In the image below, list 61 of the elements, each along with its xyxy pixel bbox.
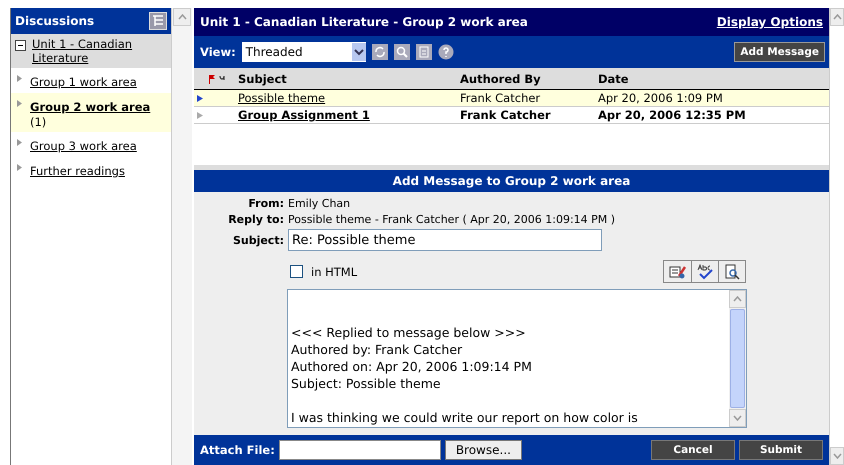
scroll-down-icon[interactable] bbox=[733, 415, 742, 421]
html-checkbox[interactable] bbox=[290, 265, 303, 278]
submit-button[interactable]: Submit bbox=[739, 440, 823, 460]
page-title: Unit 1 - Canadian Literature - Group 2 work area bbox=[200, 15, 528, 29]
field-value: Emily Chan bbox=[288, 197, 352, 210]
scroll-up-icon[interactable] bbox=[178, 14, 186, 20]
caret-icon bbox=[352, 43, 366, 61]
message-body-field[interactable]: <<< Replied to message below >>> Authored by: Frank Catcher Authored on: Apr 20, 2006 1:09:14 PM Subject: Possible theme I was thinking we could write our report on how color is bbox=[287, 289, 747, 428]
add-message-button[interactable]: Add Message bbox=[734, 42, 825, 62]
tree-link[interactable]: Unit 1 - Canadian Literature bbox=[32, 37, 167, 65]
sidebar-title: Discussions bbox=[15, 14, 94, 28]
tree-link[interactable]: Group 2 work area bbox=[30, 100, 150, 114]
field-label: From: bbox=[247, 197, 284, 210]
help-icon[interactable] bbox=[438, 44, 454, 60]
message-row[interactable]: Group Assignment 1 Frank Catcher Apr 20, 2006 12:35 PM bbox=[194, 107, 829, 124]
scrollbar[interactable] bbox=[729, 290, 746, 427]
scrollbar[interactable] bbox=[829, 8, 844, 465]
scroll-up-icon[interactable] bbox=[733, 296, 742, 302]
field-label: Subject: bbox=[232, 234, 284, 246]
cancel-button[interactable]: Cancel bbox=[651, 440, 735, 460]
display-options-link[interactable]: Display Options bbox=[716, 15, 823, 29]
message-subject[interactable]: Possible theme bbox=[238, 91, 460, 105]
field-value: Possible theme - Frank Catcher ( Apr 20, 2006 1:09:14 PM ) bbox=[288, 213, 616, 226]
author-cell-text: Frank Catcher bbox=[460, 91, 542, 105]
file-field[interactable] bbox=[278, 440, 441, 460]
tree-link[interactable]: Group 1 work area bbox=[30, 75, 137, 89]
arrow-icon bbox=[197, 94, 203, 102]
column-header[interactable]: Date bbox=[598, 72, 829, 86]
scrollbar[interactable] bbox=[171, 8, 192, 465]
author-cell-text: Frank Catcher bbox=[460, 108, 552, 122]
tree-link[interactable]: Group 3 work area bbox=[30, 139, 137, 153]
arrow-icon bbox=[17, 164, 22, 171]
attach-label: Attach File: bbox=[200, 443, 275, 457]
tree-item[interactable]: Group 2 work area (1) bbox=[11, 93, 171, 132]
arrow-icon bbox=[197, 112, 203, 118]
view-label: View: bbox=[200, 45, 236, 59]
checkbox-label: in HTML bbox=[311, 264, 358, 278]
tree-link[interactable]: Further readings bbox=[30, 164, 125, 178]
date-cell-text: Apr 20, 2006 12:35 PM bbox=[598, 108, 747, 122]
unread-count: (1) bbox=[30, 115, 48, 129]
collapse-icon[interactable] bbox=[15, 40, 26, 51]
browse-button[interactable]: Browse... bbox=[444, 440, 522, 460]
arrow-icon bbox=[17, 75, 22, 82]
tree-item[interactable]: Unit 1 - Canadian Literature bbox=[11, 34, 171, 68]
form-title: Add Message to Group 2 work area bbox=[392, 174, 630, 188]
scroll-up-icon[interactable] bbox=[832, 14, 842, 20]
arrow-icon bbox=[17, 139, 22, 146]
document-icon[interactable] bbox=[416, 44, 432, 60]
message-subject[interactable]: Group Assignment 1 bbox=[238, 108, 460, 122]
message-row[interactable]: Possible theme Frank Catcher Apr 20, 2006 1:09 PM bbox=[194, 90, 829, 107]
column-header[interactable]: Authored By bbox=[460, 72, 598, 86]
column-header[interactable]: Subject bbox=[238, 72, 460, 86]
field-label: Reply to: bbox=[227, 213, 284, 226]
subject-field[interactable]: Re: Possible theme bbox=[288, 229, 602, 251]
search-icon[interactable] bbox=[394, 44, 410, 60]
date-cell-text: Apr 20, 2006 1:09 PM bbox=[598, 91, 724, 105]
scroll-down-icon[interactable] bbox=[832, 453, 842, 459]
arrow-icon bbox=[17, 100, 22, 107]
view-dropdown[interactable]: Threaded bbox=[242, 42, 366, 62]
tree-view-icon[interactable] bbox=[149, 12, 167, 30]
refresh-icon[interactable] bbox=[372, 44, 388, 60]
